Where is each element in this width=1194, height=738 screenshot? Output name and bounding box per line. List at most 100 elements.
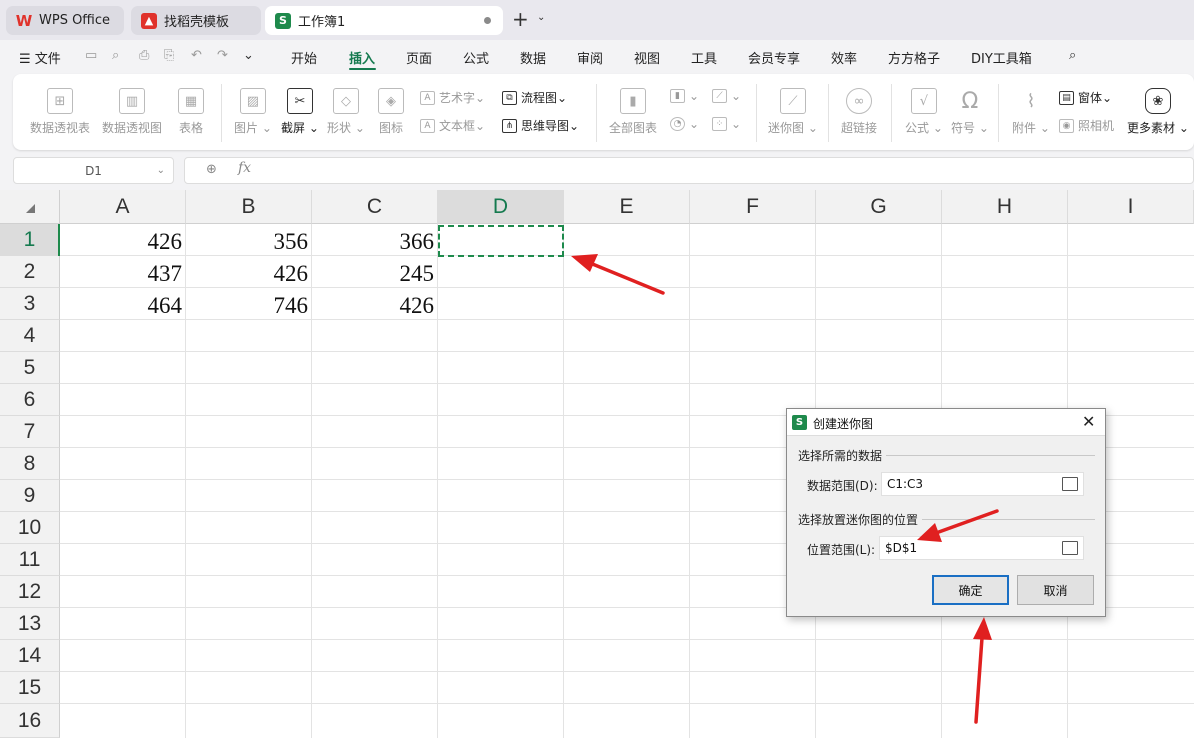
row-header-11[interactable]: 11 xyxy=(0,544,60,576)
menu-fangfang[interactable]: 方方格子 xyxy=(888,48,940,67)
symbol-button[interactable]: Ω 符号 ⌄ xyxy=(951,88,989,136)
menu-start[interactable]: 开始 xyxy=(291,48,317,67)
undo-icon[interactable]: ↶ xyxy=(191,48,202,63)
row-header-7[interactable]: 7 xyxy=(0,416,60,448)
tab-wps-office[interactable]: W WPS Office xyxy=(6,6,124,35)
menu-tools[interactable]: 工具 xyxy=(691,48,717,67)
menu-data[interactable]: 数据 xyxy=(520,48,546,67)
column-header-c[interactable]: C xyxy=(312,190,438,224)
menu-member[interactable]: 会员专享 xyxy=(748,48,800,67)
cancel-button[interactable]: 取消 xyxy=(1017,575,1094,605)
pivot-table-button[interactable]: ⊞ 数据透视表 xyxy=(30,88,90,136)
sparkline-button[interactable]: ⟋ 迷你图 ⌄ xyxy=(768,88,818,136)
scatter-chart-button[interactable]: ⁘ ⌄ xyxy=(712,117,741,131)
search-icon[interactable]: ⌕ xyxy=(1069,48,1076,63)
column-header-d[interactable]: D xyxy=(438,190,564,224)
camera-button[interactable]: ◉ 照相机 xyxy=(1059,117,1114,134)
column-header-h[interactable]: H xyxy=(942,190,1068,224)
brush-icon[interactable]: ⌕ xyxy=(112,48,119,63)
menu-formula[interactable]: 公式 xyxy=(463,48,489,67)
screenshot-button[interactable]: ✂ 截屏 ⌄ xyxy=(281,88,319,136)
row-header-5[interactable]: 5 xyxy=(0,352,60,384)
form-button[interactable]: ▤ 窗体 ⌄ xyxy=(1059,89,1112,106)
cell-c3[interactable]: 426 xyxy=(312,290,438,322)
location-range-input[interactable]: $D$1 xyxy=(879,536,1084,560)
row-header-1[interactable]: 1 xyxy=(0,224,60,256)
cell-c1[interactable]: 366 xyxy=(312,226,438,258)
more-materials-button[interactable]: ❀ 更多素材 ⌄ xyxy=(1127,88,1189,136)
formula-button[interactable]: √ 公式 ⌄ xyxy=(905,88,943,136)
data-range-input[interactable]: C1:C3 xyxy=(881,472,1084,496)
shape-button[interactable]: ◇ 形状 ⌄ xyxy=(327,88,365,136)
column-header-f[interactable]: F xyxy=(690,190,816,224)
selected-cell-d1[interactable] xyxy=(438,225,564,257)
cell-c2[interactable]: 245 xyxy=(312,258,438,290)
column-header-a[interactable]: A xyxy=(60,190,186,224)
attachment-button[interactable]: ⌇ 附件 ⌄ xyxy=(1012,88,1050,136)
cell-a3[interactable]: 464 xyxy=(60,290,186,322)
menu-file[interactable]: ☰ 文件 xyxy=(19,48,61,67)
row-header-13[interactable]: 13 xyxy=(0,608,60,640)
print-icon[interactable]: ⎙ xyxy=(139,48,149,63)
mindmap-button[interactable]: ⋔ 思维导图 ⌄ xyxy=(502,117,579,134)
menu-page[interactable]: 页面 xyxy=(406,48,432,67)
menu-insert[interactable]: 插入 xyxy=(349,48,375,67)
cell-b1[interactable]: 356 xyxy=(186,226,312,258)
ribbon-separator xyxy=(756,84,757,142)
column-header-e[interactable]: E xyxy=(564,190,690,224)
redo-icon[interactable]: ↷ xyxy=(217,48,228,63)
chevron-down-icon[interactable]: ⌄ xyxy=(157,165,165,176)
column-chart-button[interactable]: ▮ ⌄ xyxy=(670,89,699,103)
row-header-9[interactable]: 9 xyxy=(0,480,60,512)
row-header-15[interactable]: 15 xyxy=(0,672,60,704)
zoom-icon[interactable]: ⊕ xyxy=(206,162,217,177)
close-icon[interactable]: ✕ xyxy=(1082,412,1095,431)
fx-icon[interactable]: fx xyxy=(238,160,251,176)
chevron-down-icon[interactable]: ⌄ xyxy=(243,48,254,63)
menu-view[interactable]: 视图 xyxy=(634,48,660,67)
column-header-i[interactable]: I xyxy=(1068,190,1194,224)
cell-b3[interactable]: 746 xyxy=(186,290,312,322)
cell-b2[interactable]: 426 xyxy=(186,258,312,290)
ok-button[interactable]: 确定 xyxy=(932,575,1009,605)
line-chart-button[interactable]: ⟋ ⌄ xyxy=(712,89,741,103)
icon-button[interactable]: ◈ 图标 xyxy=(378,88,404,136)
cell-a1[interactable]: 426 xyxy=(60,226,186,258)
row-header-10[interactable]: 10 xyxy=(0,512,60,544)
cell-a2[interactable]: 437 xyxy=(60,258,186,290)
range-picker-icon[interactable] xyxy=(1062,541,1078,555)
menu-efficiency[interactable]: 效率 xyxy=(831,48,857,67)
flowchart-button[interactable]: ⧉ 流程图 ⌄ xyxy=(502,89,567,106)
row-header-4[interactable]: 4 xyxy=(0,320,60,352)
row-header-8[interactable]: 8 xyxy=(0,448,60,480)
print-preview-icon[interactable]: ⎘ xyxy=(164,48,174,63)
row-header-12[interactable]: 12 xyxy=(0,576,60,608)
picture-button[interactable]: ▨ 图片 ⌄ xyxy=(234,88,272,136)
column-header-g[interactable]: G xyxy=(816,190,942,224)
row-header-16[interactable]: 16 xyxy=(0,704,60,738)
save-icon[interactable]: ▭ xyxy=(85,48,97,63)
row-header-6[interactable]: 6 xyxy=(0,384,60,416)
formula-input[interactable] xyxy=(184,157,1194,184)
tab-workbook1[interactable]: S 工作簿1 xyxy=(265,6,503,35)
menu-review[interactable]: 审阅 xyxy=(577,48,603,67)
chevron-down-icon[interactable]: ⌄ xyxy=(537,12,545,23)
pie-chart-button[interactable]: ◔ ⌄ xyxy=(670,117,699,131)
name-box[interactable]: D1 ⌄ xyxy=(13,157,174,184)
row-header-14[interactable]: 14 xyxy=(0,640,60,672)
textbox-button[interactable]: A 文本框 ⌄ xyxy=(420,117,485,134)
range-picker-icon[interactable] xyxy=(1062,477,1078,491)
all-charts-button[interactable]: ▮ 全部图表 xyxy=(609,88,657,136)
menu-diy-toolbox[interactable]: DIY工具箱 xyxy=(971,48,1032,67)
table-button[interactable]: ▦ 表格 xyxy=(178,88,204,136)
location-range-label: 位置范围(L): xyxy=(807,543,876,557)
column-header-b[interactable]: B xyxy=(186,190,312,224)
new-tab-plus-icon[interactable]: + xyxy=(512,9,529,29)
pivot-chart-button[interactable]: ▥ 数据透视图 xyxy=(102,88,162,136)
art-text-button[interactable]: A 艺术字 ⌄ xyxy=(420,89,485,106)
unsaved-dot-icon[interactable] xyxy=(484,17,491,24)
hyperlink-button[interactable]: ∞ 超链接 xyxy=(841,88,877,136)
tab-docer-templates[interactable]: ▲ 找稻壳模板 xyxy=(131,6,261,35)
row-header-2[interactable]: 2 xyxy=(0,256,60,288)
row-header-3[interactable]: 3 xyxy=(0,288,60,320)
